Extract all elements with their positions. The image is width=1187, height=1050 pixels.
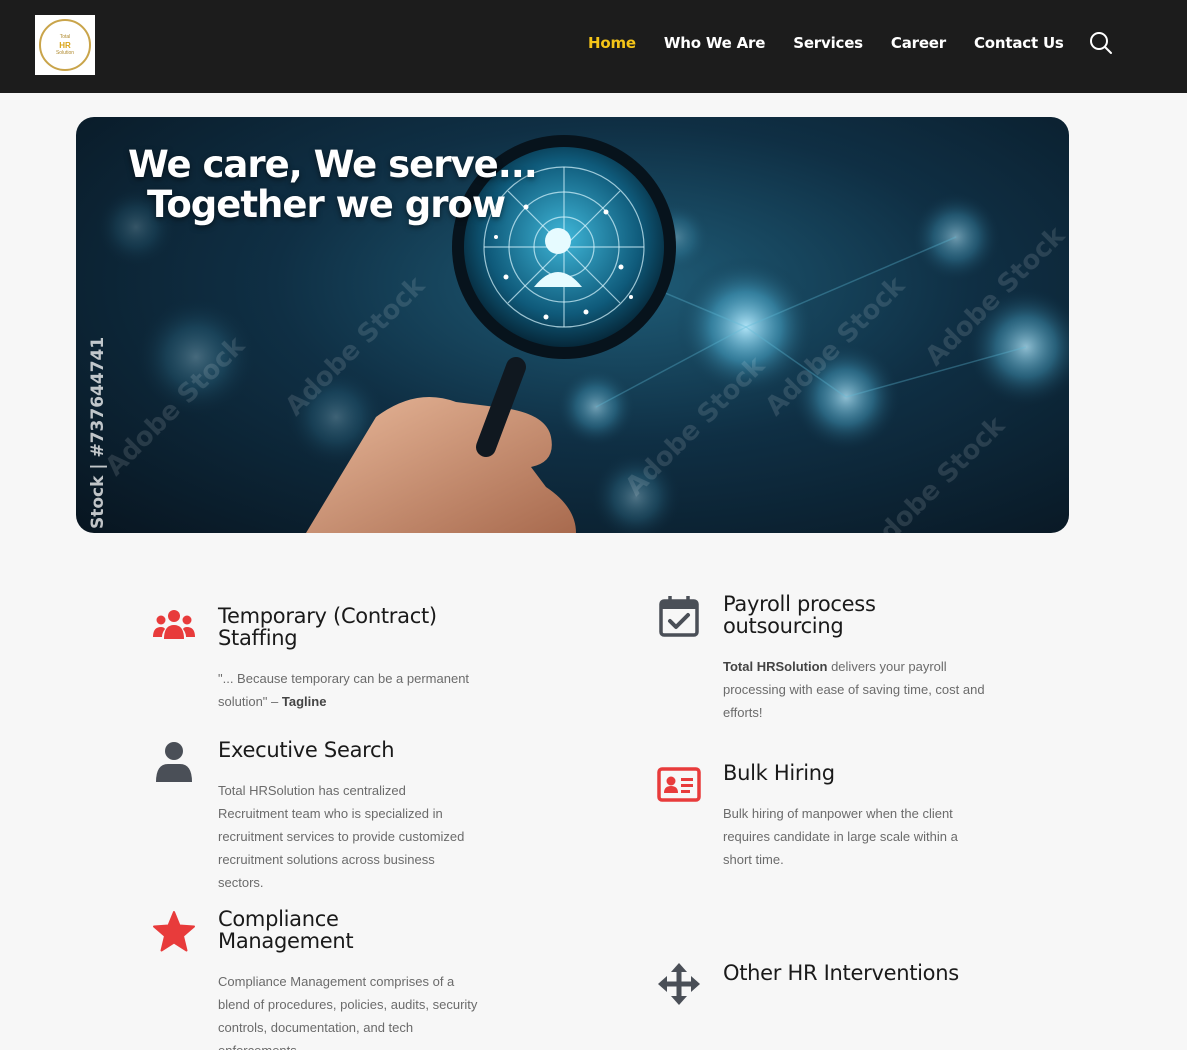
nav-career[interactable]: Career [891, 34, 946, 52]
logo-mark: HR [59, 40, 71, 50]
stock-id-label: Stock | #737644741 [88, 336, 108, 529]
nav-contact-us[interactable]: Contact Us [974, 34, 1064, 52]
search-icon[interactable] [1088, 30, 1114, 56]
nav-who-we-are[interactable]: Who We Are [664, 34, 766, 52]
user-icon [152, 740, 196, 784]
star-icon [152, 910, 196, 954]
bulk-hiring-title: Bulk Hiring [723, 761, 835, 785]
move-arrows-icon [657, 962, 701, 1006]
id-card-icon [657, 764, 701, 808]
payroll-brand: Total HRSolution [723, 659, 828, 674]
other-hr-title: Other HR Interventions [723, 961, 959, 985]
calendar-check-icon [657, 594, 701, 638]
hero-title-line1: We care, We serve... [128, 143, 538, 186]
logo-ring: Total HR Solution [39, 19, 91, 71]
temporary-staffing-title: Temporary (Contract) Staffing [218, 604, 437, 650]
compliance-desc: Compliance Management comprises of a ble… [218, 974, 478, 1050]
nav-services[interactable]: Services [793, 34, 863, 52]
temporary-staffing-quote: "... Because temporary can be a permanen… [218, 671, 470, 709]
site-header: Total HR Solution Home Who We Are Servic… [0, 0, 1187, 93]
main-nav: Home Who We Are Services Career Contact … [588, 32, 1092, 54]
hero-banner: Adobe Stock Adobe Stock Adobe Stock Adob… [76, 117, 1069, 533]
hero-title-line2: Together we grow [147, 183, 506, 226]
hero-title: We care, We serve... Together we grow [128, 143, 538, 226]
payroll-title: Payroll process outsourcing [723, 592, 876, 638]
compliance-title: Compliance Management [218, 907, 354, 953]
temporary-staffing-tagline: Tagline [281, 694, 327, 709]
site-logo[interactable]: Total HR Solution [35, 15, 95, 75]
executive-search-title: Executive Search [218, 738, 395, 762]
temporary-staffing-desc: "... Because temporary can be a permanen… [218, 667, 478, 713]
logo-text-top: Total [59, 33, 71, 40]
users-icon [152, 605, 196, 649]
bulk-hiring-desc: Bulk hiring of manpower when the client … [723, 806, 958, 867]
payroll-desc: Total HRSolution delivers your payroll p… [723, 655, 985, 724]
executive-search-desc: Total HRSolution has centralized Recruit… [218, 783, 465, 890]
logo-text-bottom: Solution [55, 49, 75, 56]
nav-home[interactable]: Home [588, 34, 636, 52]
